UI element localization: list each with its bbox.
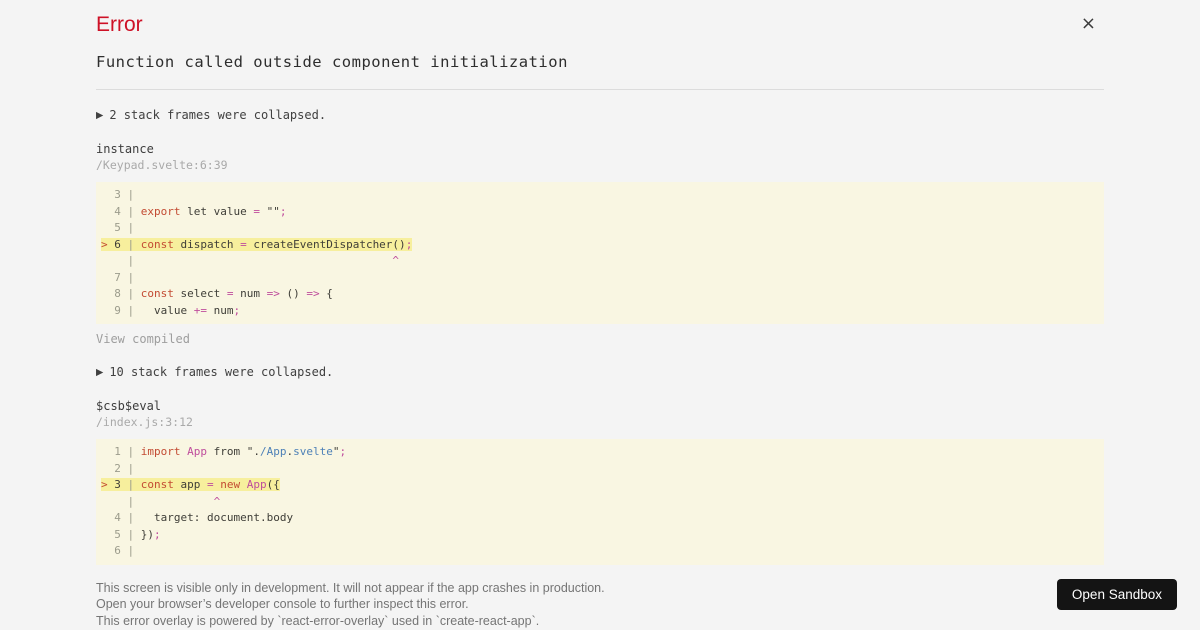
divider — [96, 89, 1104, 90]
code-frame: 3 | 4 | export let value = ""; 5 | > 6 |… — [96, 182, 1104, 324]
code-line: > 3 | const app = new App({ — [101, 478, 280, 491]
code-line: 2 | — [101, 461, 141, 475]
view-compiled-link[interactable]: View compiled — [96, 332, 190, 347]
footer-note: This screen is visible only in developme… — [96, 580, 605, 595]
code-line: 9 | value += num; — [101, 303, 241, 317]
footer: This screen is visible only in developme… — [96, 580, 1104, 630]
stack-frame-location: /index.js:3:12 — [96, 415, 193, 429]
stack-frame-location: /Keypad.svelte:6:39 — [96, 158, 228, 172]
code-line: 8 | const select = num => () => { — [101, 287, 333, 300]
collapsed-frames-label: 2 stack frames were collapsed. — [109, 108, 327, 122]
error-title: Error — [96, 13, 143, 36]
close-icon[interactable]: × — [1081, 14, 1096, 34]
error-overlay-page: { "colors": { "page_background": "#f4f4f… — [0, 0, 1200, 630]
code-line: 4 | export let value = ""; — [101, 204, 287, 218]
code-line: 6 | — [101, 544, 141, 557]
code-line: > 6 | const dispatch = createEventDispat… — [101, 237, 413, 251]
code-line: | ^ — [101, 254, 400, 267]
footer-note: Open your browser’s developer console to… — [96, 597, 469, 611]
code-line: 5 | }); — [101, 527, 161, 541]
expand-arrow-icon: ▶ — [96, 367, 104, 378]
code-line: 4 | target: document.body — [101, 511, 294, 524]
code-line: 3 | — [101, 188, 141, 201]
expand-arrow-icon: ▶ — [96, 110, 104, 121]
stack-frame-function: $csb$eval — [96, 399, 162, 413]
collapsed-frames-label: 10 stack frames were collapsed. — [109, 365, 334, 379]
error-overlay: × Error Function called outside componen… — [96, 0, 1104, 629]
collapsed-frames-toggle[interactable]: ▶ 10 stack frames were collapsed. — [96, 365, 1104, 381]
footer-note: This error overlay is powered by `react-… — [96, 613, 540, 628]
code-frame: 1 | import App from "./App.svelte"; 2 | … — [96, 439, 1104, 565]
code-line: 1 | import App from "./App.svelte"; — [101, 445, 347, 458]
code-line: 7 | — [101, 270, 141, 284]
code-line: | ^ — [101, 494, 221, 508]
stack-frame-function: instance — [96, 142, 154, 156]
error-message: Function called outside component initia… — [96, 53, 568, 71]
open-sandbox-button[interactable]: Open Sandbox — [1056, 579, 1177, 610]
collapsed-frames-toggle[interactable]: ▶ 2 stack frames were collapsed. — [96, 108, 1104, 124]
code-line: 5 | — [101, 221, 141, 234]
